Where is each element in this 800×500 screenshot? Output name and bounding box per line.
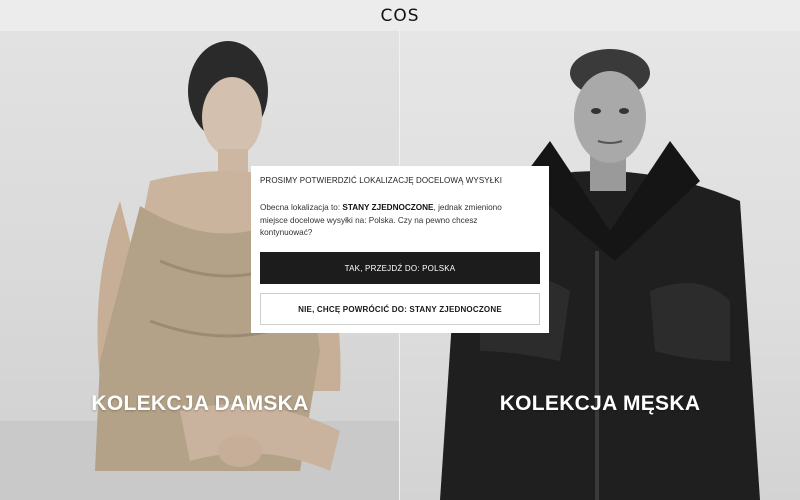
women-collection-link[interactable]: KOLEKCJA DAMSKA (0, 392, 400, 416)
site-header: COS (0, 0, 800, 31)
shipping-location-modal: PROSIMY POTWIERDZIĆ LOKALIZACJĘ DOCELOWĄ… (251, 166, 549, 333)
cos-logo[interactable]: COS (380, 6, 419, 26)
message-prefix: Obecna lokalizacja to: (260, 203, 343, 212)
return-us-button[interactable]: NIE, CHCĘ POWRÓCIĆ DO: STANY ZJEDNOCZONE (260, 293, 540, 325)
modal-title: PROSIMY POTWIERDZIĆ LOKALIZACJĘ DOCELOWĄ… (260, 176, 503, 185)
modal-message: Obecna lokalizacja to: STANY ZJEDNOCZONE… (260, 202, 530, 240)
confirm-poland-button[interactable]: TAK, PRZEJDŹ DO: POLSKA (260, 252, 540, 284)
current-location: STANY ZJEDNOCZONE (342, 203, 434, 212)
men-collection-link[interactable]: KOLEKCJA MĘSKA (400, 392, 800, 416)
